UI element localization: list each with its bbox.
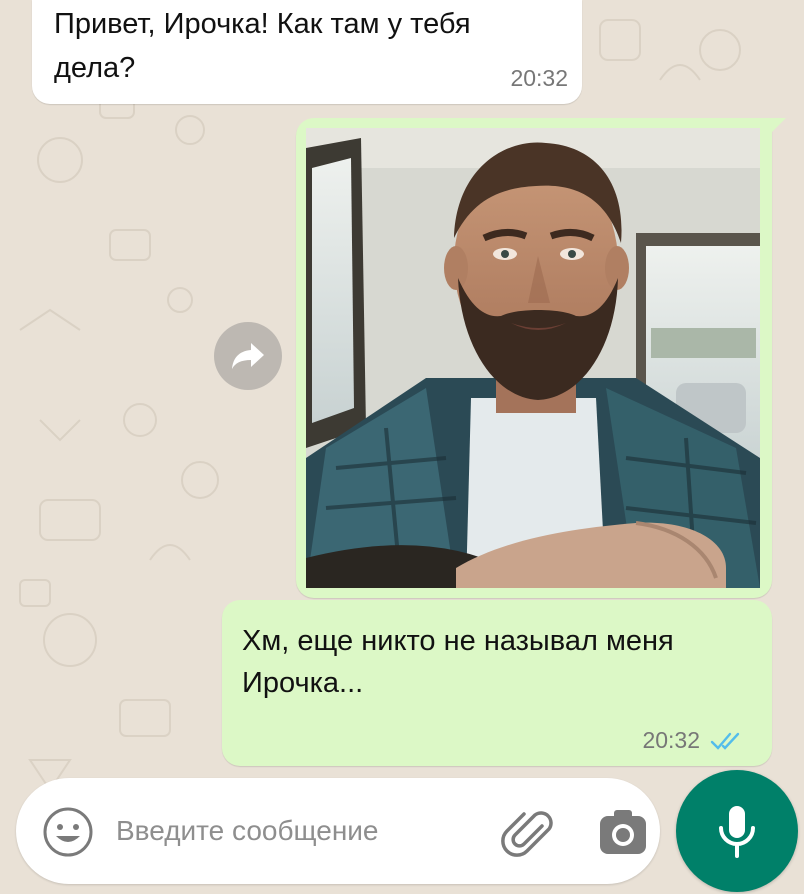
message-time: 20:32 — [642, 727, 700, 753]
double-check-icon — [710, 732, 740, 750]
outgoing-message-bubble[interactable]: Хм, еще никто не называл меня Ирочка... … — [222, 600, 772, 766]
message-text: Привет, Ирочка! Как там у тебя дела? — [54, 8, 471, 84]
voice-message-button[interactable] — [676, 770, 798, 892]
microphone-icon — [719, 806, 755, 858]
message-meta: 20:32 — [642, 727, 744, 754]
outgoing-photo-bubble[interactable] — [296, 118, 786, 598]
emoji-icon — [43, 807, 93, 857]
message-text: Хм, еще никто не называл меня Ирочка... — [242, 625, 674, 699]
attach-button[interactable] — [496, 802, 556, 862]
forward-icon — [232, 343, 264, 369]
message-composer — [16, 778, 660, 884]
message-input[interactable] — [116, 800, 476, 862]
emoji-button[interactable] — [42, 806, 94, 858]
photo-man-with-beard-in-car[interactable] — [306, 128, 760, 588]
paperclip-icon — [501, 811, 553, 857]
message-time: 20:32 — [510, 65, 568, 91]
camera-button[interactable] — [598, 808, 648, 856]
camera-icon — [600, 810, 646, 854]
forward-button[interactable] — [214, 322, 282, 390]
incoming-message-bubble[interactable]: Привет, Ирочка! Как там у тебя дела? 20:… — [32, 0, 582, 104]
